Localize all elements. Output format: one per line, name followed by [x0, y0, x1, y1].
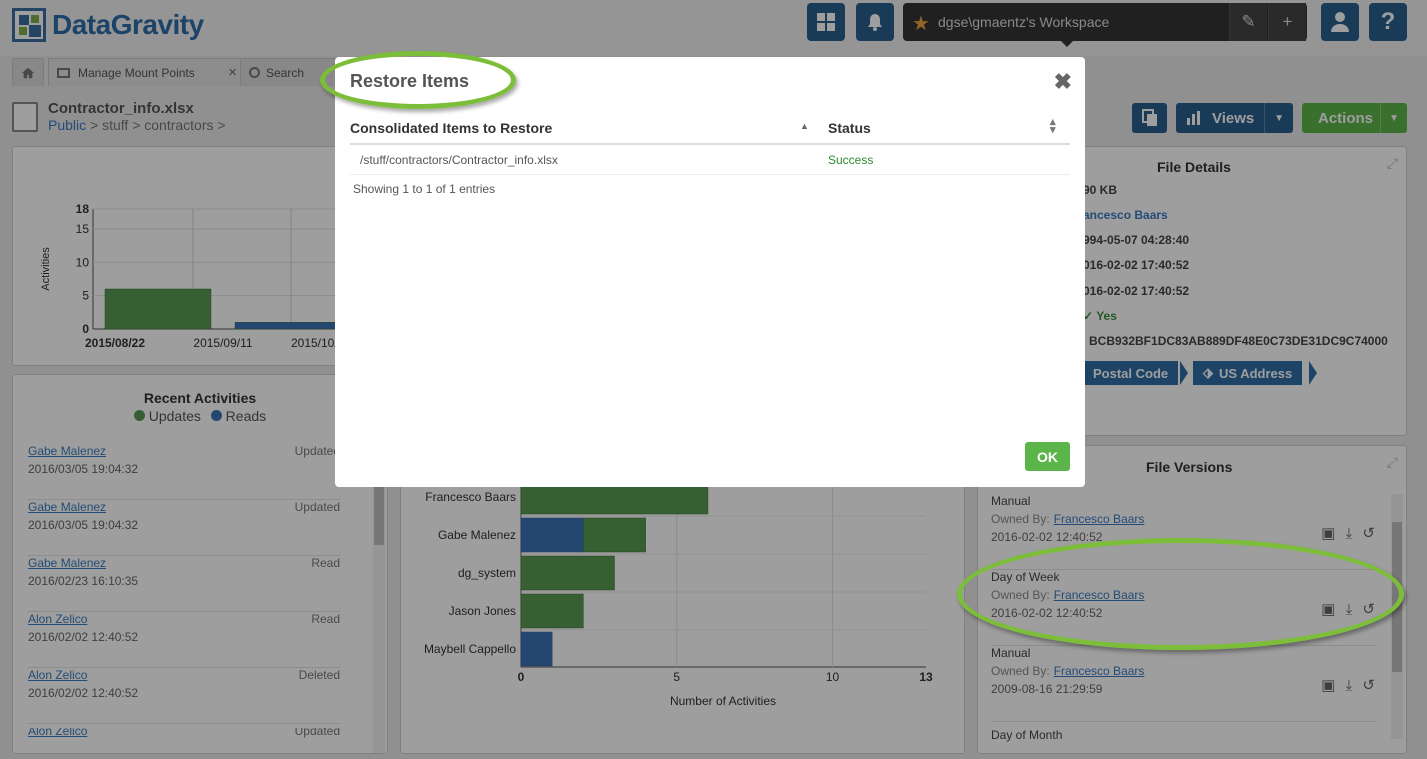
column-header-status[interactable]: Status [828, 120, 871, 136]
sort-asc-icon[interactable]: ▲ [800, 121, 809, 131]
table-info: Showing 1 to 1 of 1 entries [353, 182, 496, 196]
item-path: /stuff/contractors/Contractor_info.xlsx [360, 153, 558, 167]
close-icon[interactable]: ✖ [1054, 69, 1072, 95]
item-status: Success [828, 153, 874, 167]
restore-items-dialog: Restore Items ✖ Consolidated Items to Re… [335, 57, 1085, 487]
ok-button[interactable]: OK [1025, 442, 1070, 471]
table-header: Consolidated Items to Restore ▲ Status ▴… [350, 117, 1070, 145]
sort-both-icon[interactable]: ▴ ▾ [1050, 117, 1056, 136]
column-header-items[interactable]: Consolidated Items to Restore [350, 120, 552, 136]
table-row[interactable]: /stuff/contractors/Contractor_info.xlsx … [350, 147, 1070, 175]
dialog-title: Restore Items [350, 71, 470, 91]
